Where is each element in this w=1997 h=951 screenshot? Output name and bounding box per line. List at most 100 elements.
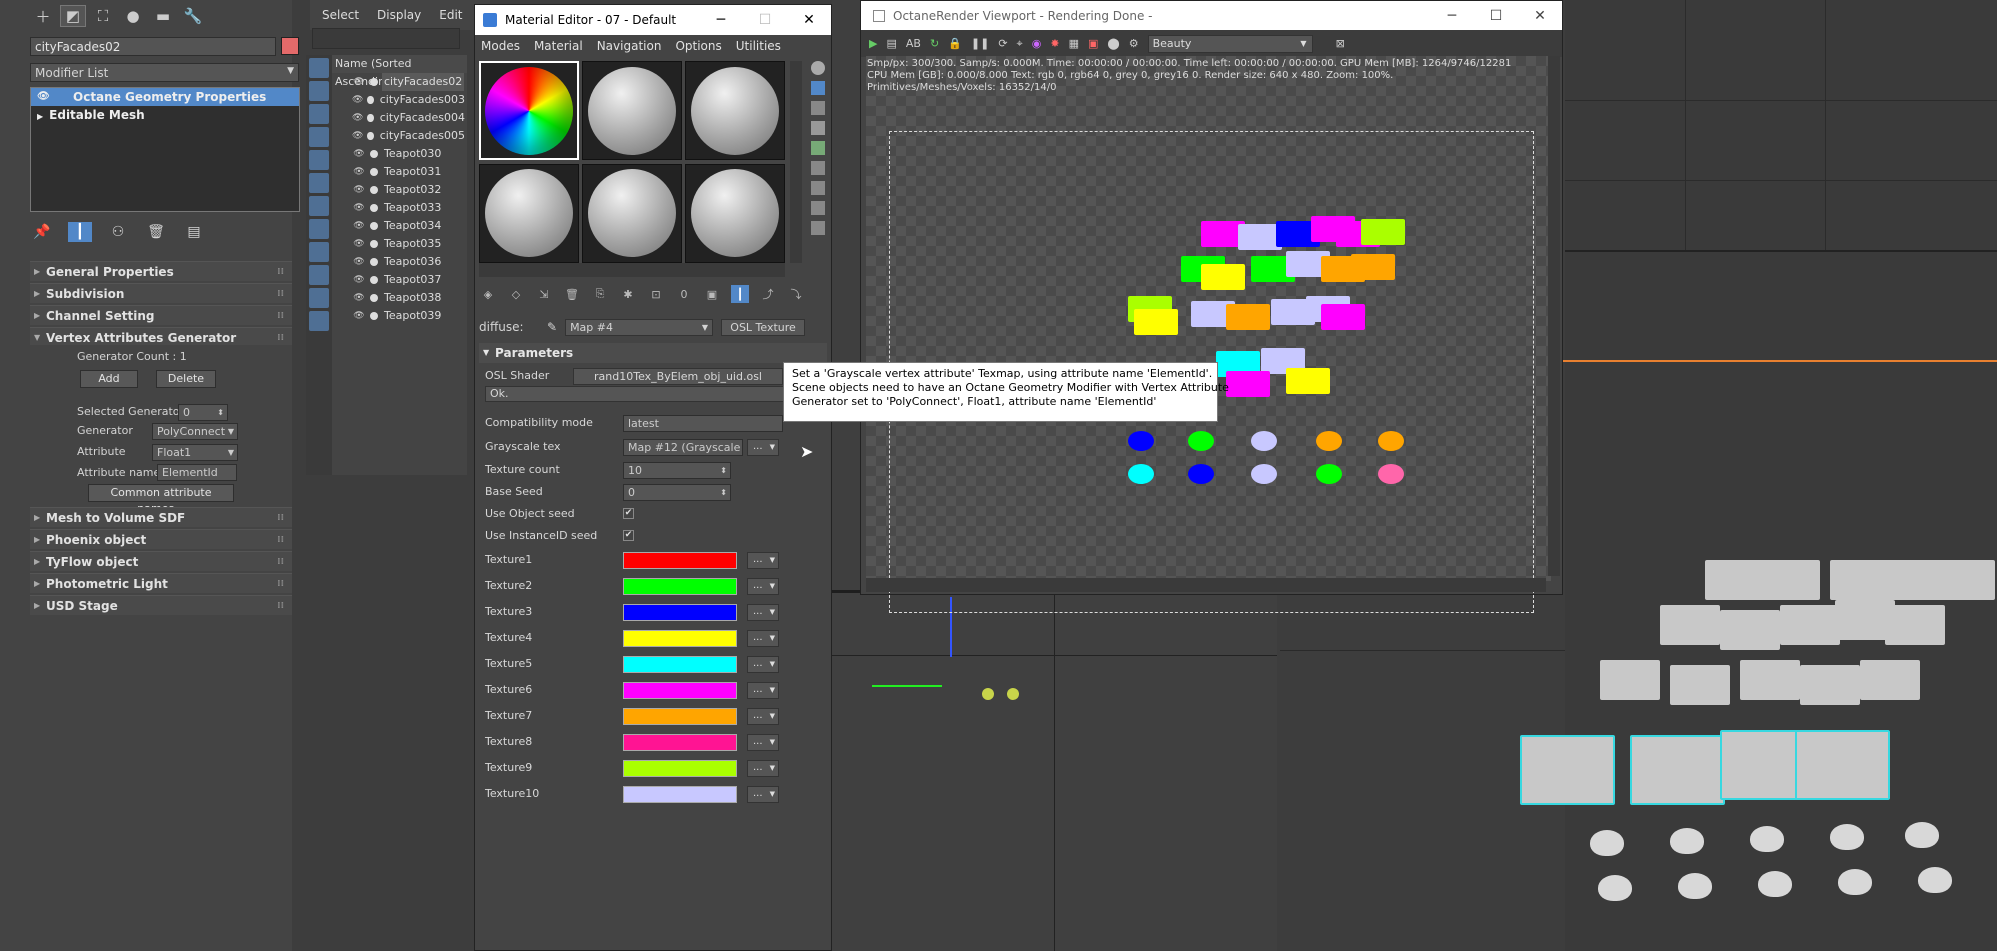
filter-containers-icon[interactable] [309, 265, 329, 285]
menu-material[interactable]: Material [534, 39, 583, 53]
texture-options-button[interactable]: ... ▼ [747, 760, 779, 777]
stack-item-editable-mesh[interactable]: ▶ Editable Mesh [31, 106, 299, 124]
osl-shader-button[interactable]: rand10Tex_ByElem_obj_uid.osl [573, 368, 783, 385]
attribute-name-field[interactable]: ElementId [157, 464, 237, 481]
grayscale-tex-button[interactable]: Map #12 (Grayscale vert [623, 439, 743, 456]
viewport-teapot[interactable] [1678, 873, 1712, 899]
make-unique-icon[interactable]: ✱ [619, 285, 637, 303]
texture-color-swatch[interactable] [623, 604, 737, 621]
send-scene-icon[interactable]: ▶ [869, 37, 877, 50]
texture-options-button[interactable]: ... ▼ [747, 552, 779, 569]
backlight-icon[interactable] [811, 81, 825, 95]
eye-icon[interactable]: 👁 [352, 217, 366, 235]
viewport-teapot[interactable] [1750, 826, 1784, 852]
make-preview-icon[interactable] [811, 161, 825, 175]
minimize-icon[interactable]: ─ [699, 5, 743, 35]
motion-tab-icon[interactable]: ● [120, 5, 146, 27]
video-color-check-icon[interactable] [811, 141, 825, 155]
filter-cameras-icon[interactable] [309, 127, 329, 147]
stack-item-octane-geometry[interactable]: 👁 Octane Geometry Properties [31, 88, 299, 106]
texture-count-spinner[interactable]: 10 ⬍ [623, 462, 731, 479]
put-material-icon[interactable]: ◇ [507, 285, 525, 303]
eye-icon[interactable]: 👁 [352, 253, 366, 271]
get-material-icon[interactable]: ◈ [479, 285, 497, 303]
eye-icon[interactable]: 👁 [352, 163, 366, 181]
pin-stack-icon[interactable]: 📌 [30, 222, 54, 242]
menu-options[interactable]: Options [675, 39, 721, 53]
assign-material-icon[interactable]: ⇲ [535, 285, 553, 303]
menu-select[interactable]: Select [322, 8, 359, 22]
rollup-phoenix-object[interactable]: ▶ Phoenix object ⁞⁞ [30, 529, 292, 549]
menu-navigation[interactable]: Navigation [597, 39, 662, 53]
texture-color-swatch[interactable] [623, 656, 737, 673]
show-end-result-icon[interactable]: ┃ [68, 222, 92, 242]
rollup-tyflow-object[interactable]: ▶ TyFlow object ⁞⁞ [30, 551, 292, 571]
generator-dropdown[interactable]: PolyConnect ▼ [152, 423, 238, 440]
sample-slot[interactable] [685, 163, 785, 263]
explorer-item[interactable]: 👁 Teapot032 [332, 181, 467, 199]
restart-icon[interactable]: ↻ [930, 37, 939, 50]
eye-icon[interactable]: 👁 [352, 127, 363, 145]
maximize-icon[interactable]: ☐ [1474, 1, 1518, 30]
explorer-item[interactable]: 👁 Teapot035 [332, 235, 467, 253]
texture-color-swatch[interactable] [623, 578, 737, 595]
filter-xrefs-icon[interactable] [309, 219, 329, 239]
show-end-result-icon[interactable]: ┃ [731, 285, 749, 303]
maximize-icon[interactable]: ☐ [743, 5, 787, 35]
sample-slot[interactable] [479, 163, 579, 263]
viewport-teapot[interactable] [1838, 869, 1872, 895]
viewport-facade-box[interactable] [1780, 605, 1840, 645]
pause-icon[interactable]: ❚❚ [971, 37, 989, 50]
viewport-facade-box[interactable] [1860, 660, 1920, 700]
menu-edit[interactable]: Edit [439, 8, 462, 22]
minimize-icon[interactable]: ─ [1430, 1, 1474, 30]
reset-map-icon[interactable]: 🗑 [563, 285, 581, 303]
viewport-lower-middle[interactable] [832, 590, 1277, 951]
explorer-item[interactable]: 👁 Teapot039 [332, 307, 467, 325]
eye-icon[interactable]: 👁 [352, 199, 366, 217]
explorer-item[interactable]: 👁 Teapot037 [332, 271, 467, 289]
eye-icon[interactable]: 👁 [352, 289, 366, 307]
eye-icon[interactable]: 👁 [352, 181, 366, 199]
put-to-library-icon[interactable]: ⊡ [647, 285, 665, 303]
viewport-facade-box[interactable] [1630, 735, 1725, 805]
filter-lights-icon[interactable] [309, 104, 329, 124]
viewport-facade-box[interactable] [1885, 605, 1945, 645]
eye-icon[interactable]: 👁 [352, 109, 363, 127]
make-unique-icon[interactable]: ⚇ [106, 222, 130, 242]
filter-geometry-icon[interactable] [309, 58, 329, 78]
lock-icon[interactable]: 🔒 [948, 37, 962, 50]
viewport-perspective[interactable] [1565, 0, 1997, 951]
rollup-photometric-light[interactable]: ▶ Photometric Light ⁞⁞ [30, 573, 292, 593]
base-seed-spinner[interactable]: 0 ⬍ [623, 484, 731, 501]
viewport-teapot[interactable] [1670, 828, 1704, 854]
viewport-facade-box[interactable] [1795, 730, 1890, 800]
explorer-item[interactable]: 👁 Teapot031 [332, 163, 467, 181]
rollup-channel-setting[interactable]: ▶ Channel Setting ⁞⁞ [30, 305, 292, 325]
texture-color-swatch[interactable] [623, 630, 737, 647]
object-color-swatch[interactable] [281, 37, 299, 55]
viewport-facade-box[interactable] [1660, 605, 1720, 645]
menu-display[interactable]: Display [377, 8, 421, 22]
sample-slot[interactable] [582, 163, 682, 263]
explorer-item[interactable]: 👁 Teapot038 [332, 289, 467, 307]
explorer-item[interactable]: 👁 cityFacades004 [332, 109, 467, 127]
filter-spacewarps-icon[interactable] [309, 173, 329, 193]
material-picker-icon[interactable]: ◉ [1032, 37, 1042, 50]
grayscale-tex-options-button[interactable]: ... ▼ [747, 439, 779, 456]
eyedropper-icon[interactable]: ✎ [547, 320, 557, 334]
viewport-teapot[interactable] [1918, 867, 1952, 893]
menu-modes[interactable]: Modes [481, 39, 520, 53]
utilities-tab-icon[interactable]: 🔧 [180, 5, 206, 27]
eye-icon[interactable]: 👁 [37, 88, 50, 106]
sample-type-icon[interactable] [811, 61, 825, 75]
hierarchy-tab-icon[interactable]: ⛶ [90, 5, 116, 27]
filter-frozen-icon[interactable] [309, 288, 329, 308]
rollup-subdivision[interactable]: ▶ Subdivision ⁞⁞ [30, 283, 292, 303]
texture-options-button[interactable]: ... ▼ [747, 656, 779, 673]
explorer-item[interactable]: 👁 Teapot036 [332, 253, 467, 271]
viewport-facade-box[interactable] [1800, 665, 1860, 705]
copy-material-icon[interactable]: ⎘ [591, 285, 609, 303]
create-tab-icon[interactable]: ＋ [30, 5, 56, 27]
map-name-dropdown[interactable]: Map #4 ▼ [565, 318, 714, 336]
